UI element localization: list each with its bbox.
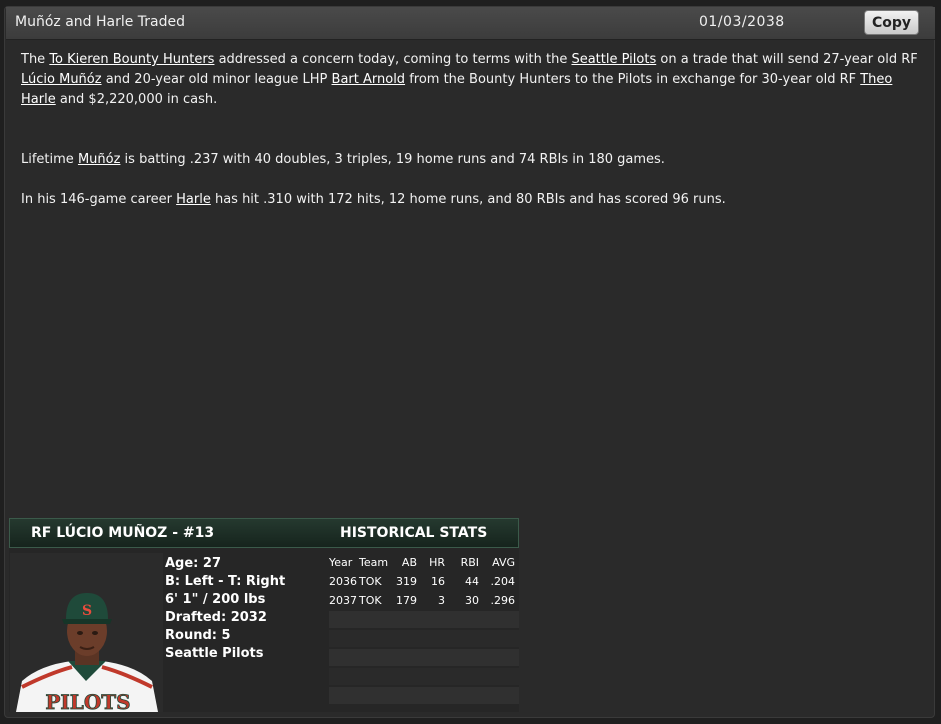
player-link-munoz-2[interactable]: Muñóz [78, 152, 120, 167]
col-header-team[interactable]: Team [359, 556, 388, 569]
col-header-hr[interactable]: HR [427, 556, 445, 569]
col-header-avg[interactable]: AVG [487, 556, 515, 569]
text-segment: addressed a concern today, coming to ter… [214, 52, 572, 67]
cell-team: TOK [359, 594, 382, 607]
text-segment: and 20-year old minor league LHP [101, 72, 332, 87]
article-header-bar: Muñóz and Harle Traded 01/03/2038 Copy [6, 7, 935, 40]
player-card-header: RF LÚCIO MUÑOZ - #13 HISTORICAL STATS [9, 518, 519, 548]
historical-stats-title: HISTORICAL STATS [340, 525, 488, 541]
player-drafted: Drafted: 2032 [165, 610, 267, 625]
copy-button[interactable]: Copy [864, 10, 919, 35]
empty-stats-row [329, 687, 519, 704]
cell-ab: 319 [396, 575, 417, 588]
cell-rbi: 44 [465, 575, 479, 588]
article-title: Muñóz and Harle Traded [15, 14, 186, 30]
empty-stats-row [329, 668, 519, 685]
article-paragraph-harle: In his 146-game career Harle has hit .31… [21, 190, 921, 210]
player-photo: PILOTS S [10, 553, 163, 712]
cell-avg: .204 [490, 575, 516, 588]
player-card-name[interactable]: RF LÚCIO MUÑOZ - #13 [31, 525, 214, 541]
article-date: 01/03/2038 [699, 14, 785, 30]
article-body: The To Kieren Bounty Hunters addressed a… [21, 50, 921, 230]
text-segment: has hit .310 with 172 hits, 12 home runs… [210, 192, 726, 207]
jersey-lettering: PILOTS [45, 690, 130, 712]
player-bats-throws: B: Left - T: Right [165, 574, 286, 589]
empty-stats-row [329, 611, 519, 628]
stats-header-row: Year Team AB HR RBI AVG [327, 553, 519, 572]
article-paragraph-munoz: Lifetime Muñóz is batting .237 with 40 d… [21, 150, 921, 170]
player-team: Seattle Pilots [165, 646, 264, 661]
team-link-seattle-pilots[interactable]: Seattle Pilots [571, 52, 656, 67]
cell-team: TOK [359, 575, 382, 588]
text-segment: is batting .237 with 40 doubles, 3 tripl… [120, 152, 665, 167]
player-link-arnold[interactable]: Bart Arnold [332, 72, 406, 87]
player-link-harle-2[interactable]: Harle [176, 192, 211, 207]
text-segment: Lifetime [21, 152, 78, 167]
cell-rbi: 30 [465, 594, 479, 607]
player-card: RF LÚCIO MUÑOZ - #13 HISTORICAL STATS PI… [9, 518, 519, 712]
player-link-munoz[interactable]: Lúcio Muñóz [21, 72, 102, 87]
empty-stats-row [329, 649, 519, 666]
empty-stats-row [329, 630, 519, 647]
cap-logo: S [82, 603, 92, 619]
player-portrait-image: PILOTS S [10, 553, 163, 712]
table-row: 2036 TOK 319 16 44 .204 [327, 572, 519, 591]
cell-hr: 3 [438, 594, 445, 607]
team-link-bounty-hunters[interactable]: To Kieren Bounty Hunters [49, 52, 214, 67]
player-age: Age: 27 [165, 556, 221, 571]
cell-hr: 16 [431, 575, 445, 588]
text-segment: and $2,220,000 in cash. [55, 92, 218, 107]
cell-ab: 179 [396, 594, 417, 607]
cell-year: 2036 [329, 575, 357, 588]
player-round: Round: 5 [165, 628, 231, 643]
col-header-ab[interactable]: AB [395, 556, 417, 569]
text-segment: from the Bounty Hunters to the Pilots in… [405, 72, 861, 87]
col-header-rbi[interactable]: RBI [459, 556, 479, 569]
col-header-year[interactable]: Year [329, 556, 352, 569]
text-segment: on a trade that will send 27-year old RF [656, 52, 918, 67]
historical-stats-table: Year Team AB HR RBI AVG 2036 TOK 319 16 … [327, 553, 519, 712]
cell-avg: .296 [490, 594, 516, 607]
text-segment: In his 146-game career [21, 192, 177, 207]
player-height-weight: 6' 1" / 200 lbs [165, 592, 266, 607]
text-segment: The [21, 52, 50, 67]
cell-year: 2037 [329, 594, 357, 607]
table-row: 2037 TOK 179 3 30 .296 [327, 591, 519, 610]
player-info: Age: 27 B: Left - T: Right 6' 1" / 200 l… [165, 553, 319, 714]
article-paragraph-trade: The To Kieren Bounty Hunters addressed a… [21, 50, 921, 110]
